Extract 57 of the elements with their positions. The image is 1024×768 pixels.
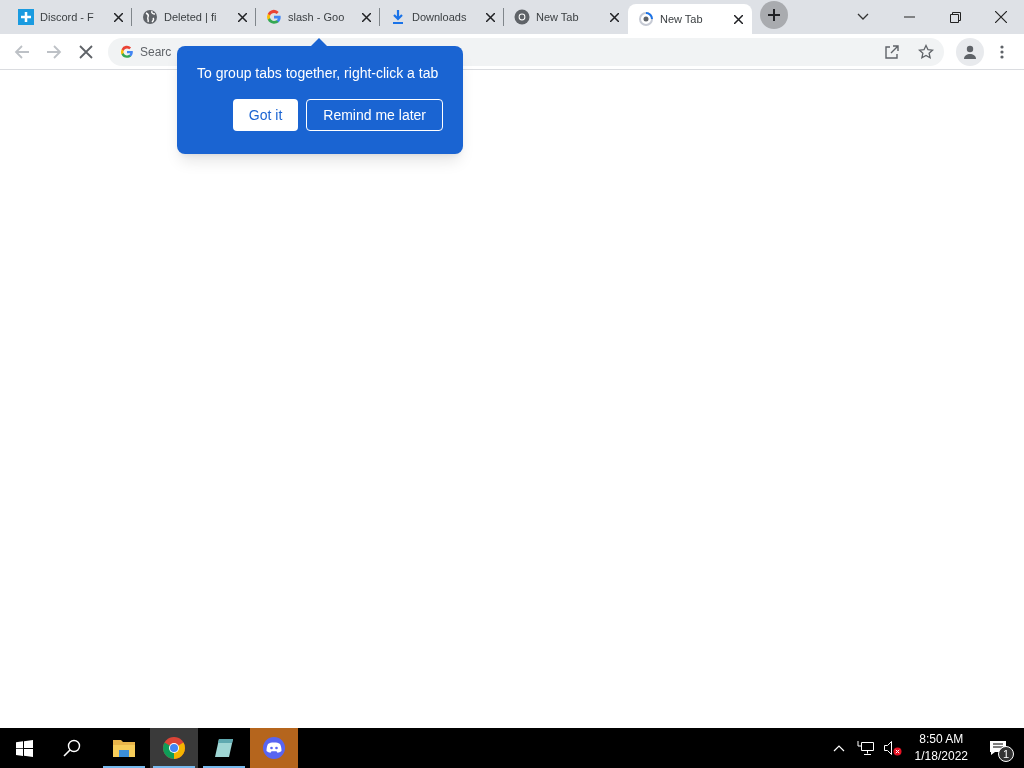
close-icon — [79, 44, 93, 59]
taskbar-app-button[interactable] — [150, 728, 198, 768]
tab-title: slash - Goo — [288, 9, 346, 25]
forward-arrow-icon — [46, 43, 62, 60]
network-icon[interactable] — [856, 740, 875, 756]
clock-date[interactable]: 1/18/2022 — [914, 748, 968, 765]
profile-button[interactable] — [956, 37, 984, 66]
browser-tab[interactable]: Downloads — [380, 2, 504, 32]
chevron-up-icon — [832, 744, 845, 752]
notification-count-badge: 1 — [998, 746, 1014, 762]
tip-message: To group tabs together, right-click a tab — [197, 65, 440, 82]
notepad-icon — [213, 737, 235, 759]
browser-tab[interactable]: New Tab — [628, 4, 752, 34]
got-it-button[interactable]: Got it — [232, 99, 299, 131]
remind-later-button[interactable]: Remind me later — [306, 99, 443, 131]
action-center-button[interactable]: 1 — [980, 728, 1016, 768]
share-icon — [884, 43, 900, 60]
browser-logo-icon — [162, 736, 186, 760]
menu-icon — [1000, 44, 1004, 59]
tab-title: Deleted | fi — [164, 9, 218, 25]
tab-title: New Tab — [660, 11, 704, 27]
browser-logo-icon — [514, 9, 530, 25]
close-icon — [485, 12, 495, 22]
tab-title: New Tab — [536, 9, 580, 25]
browser-tab[interactable]: Deleted | fi — [132, 2, 256, 32]
chevron-down-icon — [857, 13, 869, 21]
browser-tab[interactable]: Discord - F — [8, 2, 132, 32]
browser-tab[interactable]: slash - Goo — [256, 2, 380, 32]
close-icon — [237, 12, 247, 22]
close-icon — [733, 14, 743, 24]
close-icon — [113, 12, 123, 22]
game-controller-icon — [262, 736, 286, 760]
close-icon — [995, 11, 1007, 23]
close-icon — [361, 12, 371, 22]
download-icon — [390, 9, 406, 25]
search-icon — [63, 739, 81, 757]
tab-title: Downloads — [412, 9, 468, 25]
google-icon — [120, 44, 134, 59]
clock-time[interactable]: 8:50 AM — [919, 731, 964, 748]
back-arrow-icon — [14, 43, 30, 60]
plus-tile-icon — [18, 9, 34, 25]
folder-icon — [112, 738, 136, 758]
person-icon — [962, 43, 978, 60]
windows-icon — [15, 739, 33, 757]
restore-icon — [949, 11, 961, 23]
browser-tab[interactable]: New Tab — [504, 2, 628, 32]
address-input[interactable]: Searc — [140, 43, 172, 60]
close-icon — [609, 12, 619, 22]
google-icon — [266, 9, 282, 25]
tab-title: Discord - F — [40, 9, 95, 25]
new-tab-button[interactable] — [760, 1, 788, 29]
globe-icon — [142, 9, 158, 25]
plus-icon — [767, 8, 781, 22]
star-icon — [918, 43, 934, 60]
speaker-muted-icon[interactable] — [882, 740, 903, 756]
loading-spinner-icon — [638, 11, 654, 27]
minimize-icon — [903, 16, 915, 18]
